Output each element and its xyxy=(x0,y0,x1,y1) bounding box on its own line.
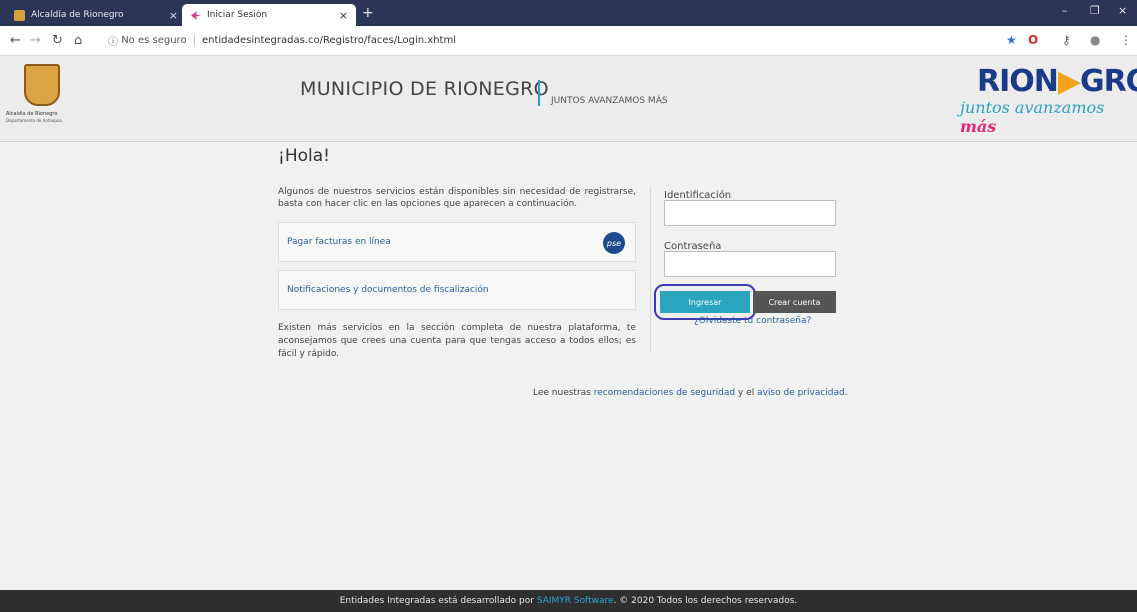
address-bar[interactable]: ⓘ No es seguro | entidadesintegradas.co/… xyxy=(108,30,988,50)
security-notice: Lee nuestras recomendaciones de segurida… xyxy=(533,388,848,398)
crest-logo-icon xyxy=(24,64,60,106)
separator: | xyxy=(192,34,196,46)
key-icon[interactable]: ⚷ xyxy=(1062,33,1071,47)
opera-extension-icon[interactable]: O xyxy=(1028,33,1038,47)
home-icon[interactable]: ⌂ xyxy=(74,33,82,48)
greeting-heading: ¡Hola! xyxy=(278,146,330,166)
reload-icon[interactable]: ↻ xyxy=(52,33,63,48)
more-services-text: Existen más servicios en la sección comp… xyxy=(278,323,636,359)
browser-tab-strip: Alcaldía de Rionegro × Iniciar Sesión × … xyxy=(0,0,1137,26)
security-suffix: . xyxy=(844,388,848,398)
pay-bills-label: Pagar facturas en línea xyxy=(287,237,391,247)
security-label: No es seguro xyxy=(121,34,187,46)
tab-title: Iniciar Sesión xyxy=(207,10,268,20)
new-tab-button[interactable]: + xyxy=(362,5,374,21)
brand-slogan: JUNTOS AVANZAMOS MÁS xyxy=(551,96,668,106)
forgot-password-link[interactable]: ¿Olvidaste tu contraseña? xyxy=(694,316,811,326)
logo-tagline-text: juntos avanzamos xyxy=(960,98,1105,117)
maximize-button[interactable]: ❐ xyxy=(1090,4,1100,17)
window-close-button[interactable]: × xyxy=(1118,4,1127,17)
logo-left: RION xyxy=(977,64,1059,99)
security-prefix: Lee nuestras xyxy=(533,388,591,398)
logo-tagline-mas: más xyxy=(960,117,997,136)
url-text: entidadesintegradas.co/Registro/faces/Lo… xyxy=(201,34,456,46)
tab-title: Alcaldía de Rionegro xyxy=(31,10,124,20)
notifications-option[interactable]: Notificaciones y documentos de fiscaliza… xyxy=(278,270,636,310)
page-footer: Entidades Integradas está desarrollado p… xyxy=(0,590,1137,612)
brand-divider xyxy=(538,80,540,106)
security-recommendations-link[interactable]: recomendaciones de seguridad xyxy=(594,388,735,398)
create-account-button[interactable]: Crear cuenta xyxy=(753,291,836,313)
privacy-notice-link[interactable]: aviso de privacidad xyxy=(757,388,845,398)
logo-right: GRO xyxy=(1079,64,1137,99)
pse-icon: pse xyxy=(603,232,625,254)
site-header: Alcaldía de Rionegro Departamento de Ant… xyxy=(0,56,1137,142)
footer-suffix: . © 2020 Todos los derechos reservados. xyxy=(613,596,798,606)
crest-subcaption: Departamento de Antioquia xyxy=(6,118,62,123)
close-tab-icon[interactable]: × xyxy=(339,9,348,22)
footer-prefix: Entidades Integradas está desarrollado p… xyxy=(339,596,534,606)
tab-alcaldia[interactable]: Alcaldía de Rionegro × xyxy=(6,4,186,26)
notifications-label: Notificaciones y documentos de fiscaliza… xyxy=(287,285,489,295)
identification-input[interactable] xyxy=(664,200,836,226)
login-button[interactable]: Ingresar xyxy=(660,291,750,313)
logo-arrow-icon: ▶ xyxy=(1057,64,1081,99)
logo-tagline: juntos avanzamos más xyxy=(960,98,1137,136)
close-tab-icon[interactable]: × xyxy=(169,9,178,22)
menu-kebab-icon[interactable]: ⋮ xyxy=(1120,33,1132,47)
column-divider xyxy=(650,186,651,352)
back-arrow-icon[interactable]: ← xyxy=(10,33,21,48)
bookmark-star-icon[interactable]: ★ xyxy=(1006,33,1017,47)
arrow-favicon-icon xyxy=(190,10,201,21)
password-input[interactable] xyxy=(664,251,836,277)
saimyr-link[interactable]: SAIMYR Software xyxy=(537,596,614,606)
intro-text: Algunos de nuestros servicios están disp… xyxy=(278,187,636,209)
forward-arrow-icon[interactable]: → xyxy=(30,33,41,48)
address-toolbar: ← → ↻ ⌂ ⓘ No es seguro | entidadesintegr… xyxy=(0,26,1137,56)
security-middle: y el xyxy=(737,388,755,398)
rionegro-logo: RION▶GRO xyxy=(977,64,1137,99)
pay-bills-option[interactable]: Pagar facturas en línea pse xyxy=(278,222,636,262)
minimize-button[interactable]: – xyxy=(1062,4,1068,17)
info-icon[interactable]: ⓘ xyxy=(108,33,121,48)
shield-icon xyxy=(14,9,25,21)
crest-caption: Alcaldía de Rionegro xyxy=(6,111,58,117)
profile-avatar-icon[interactable]: ● xyxy=(1090,33,1100,47)
tab-iniciar-sesion[interactable]: Iniciar Sesión × xyxy=(182,4,356,26)
brand-title: MUNICIPIO DE RIONEGRO xyxy=(300,78,549,100)
